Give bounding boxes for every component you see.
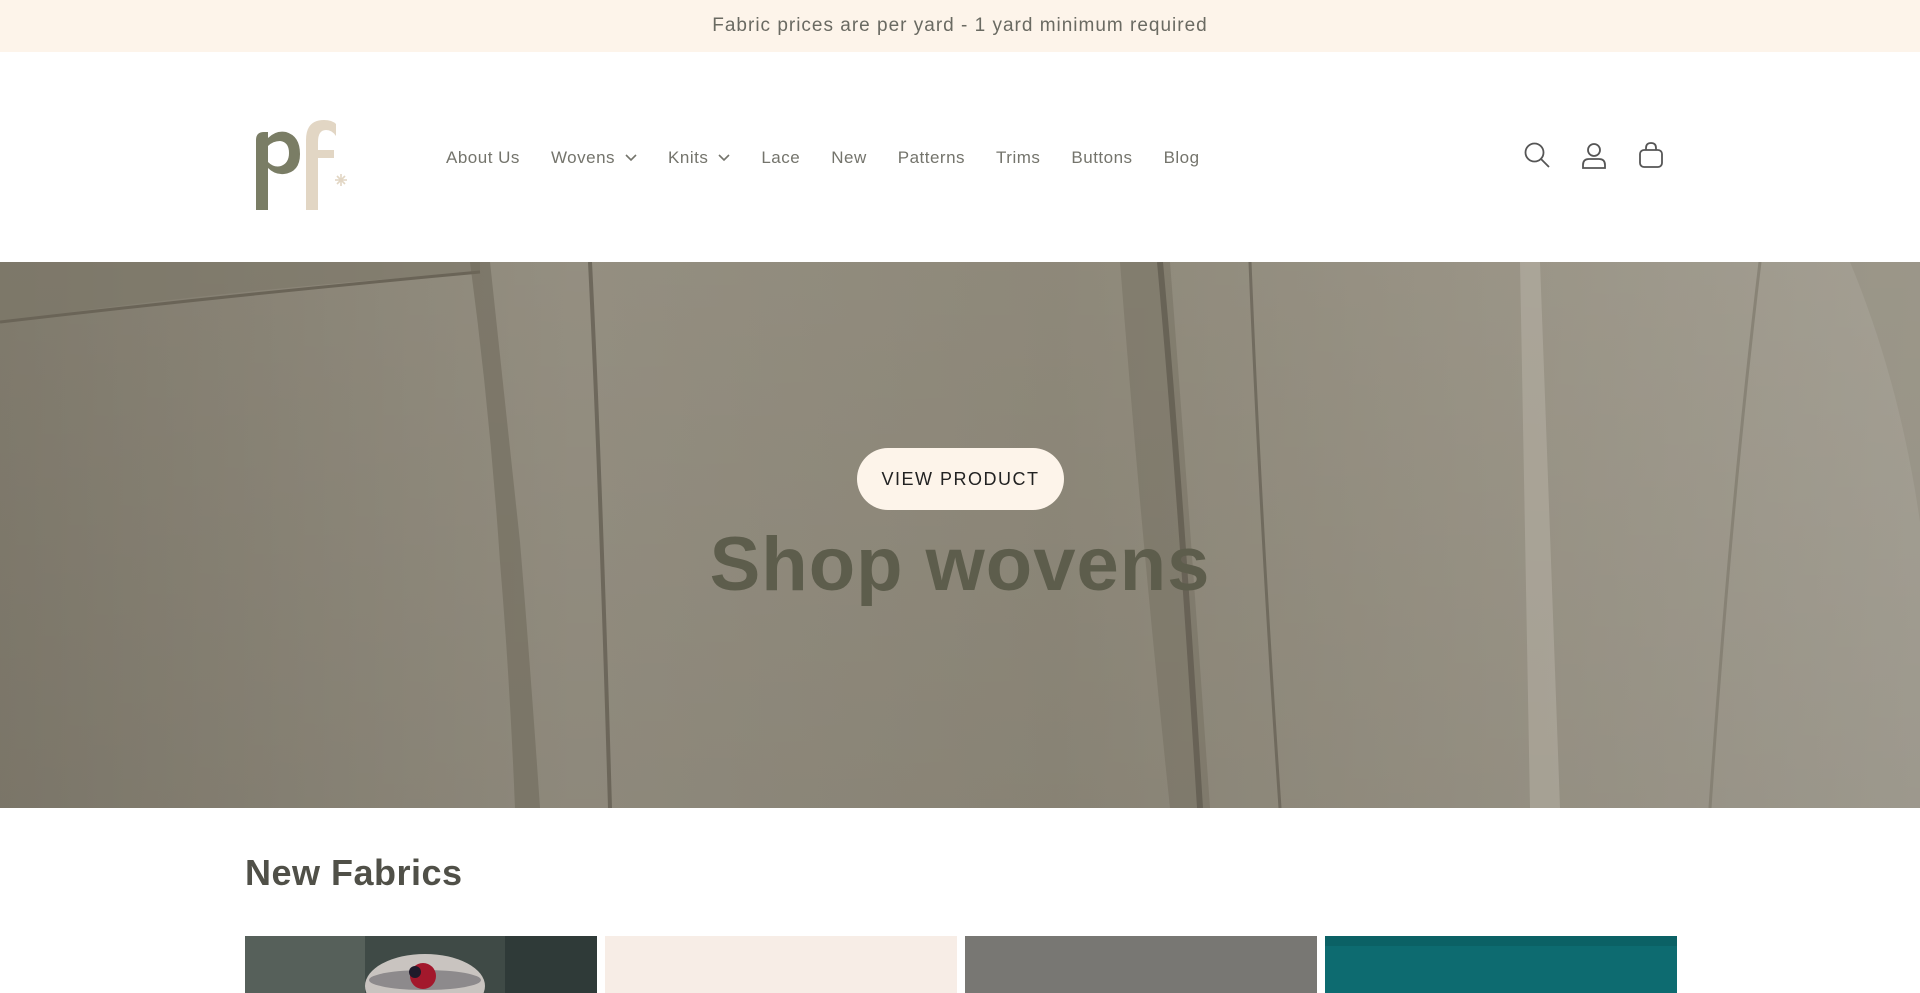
nav-label: Trims <box>996 148 1041 167</box>
site-logo[interactable] <box>248 110 348 210</box>
product-card[interactable] <box>965 936 1317 993</box>
product-card[interactable] <box>1325 936 1677 993</box>
nav-label: Knits <box>668 148 709 167</box>
announcement-bar: Fabric prices are per yard - 1 yard mini… <box>0 0 1920 52</box>
nav-item-buttons[interactable]: Buttons <box>1071 148 1132 168</box>
nav-item-patterns[interactable]: Patterns <box>898 148 965 168</box>
nav-item-about-us[interactable]: About Us <box>446 148 520 168</box>
header-icons <box>1520 138 1691 172</box>
nav-item-lace[interactable]: Lace <box>761 148 800 168</box>
nav-item-blog[interactable]: Blog <box>1164 148 1200 168</box>
cream-fabric-photo <box>605 936 957 993</box>
product-grid <box>245 936 1685 993</box>
grey-fabric-photo <box>965 936 1317 993</box>
nav-item-wovens[interactable]: Wovens <box>551 148 637 168</box>
nav-label: Buttons <box>1071 148 1133 167</box>
announcement-text: Fabric prices are per yard - 1 yard mini… <box>712 15 1208 36</box>
nav-label: Lace <box>761 148 801 167</box>
nav-item-knits[interactable]: Knits <box>668 148 730 168</box>
chevron-down-icon <box>718 154 730 162</box>
cart-icon[interactable] <box>1634 138 1668 172</box>
nav-label: About Us <box>446 148 520 167</box>
account-icon[interactable] <box>1577 138 1611 172</box>
search-icon[interactable] <box>1520 138 1554 172</box>
knit-headband-photo <box>245 936 597 993</box>
logo-mark <box>256 120 347 210</box>
view-product-button[interactable]: VIEW PRODUCT <box>857 448 1064 510</box>
hero-banner: VIEW PRODUCT Shop wovens <box>0 262 1920 808</box>
product-card[interactable] <box>605 936 957 993</box>
product-card[interactable] <box>245 936 597 993</box>
nav-label: Wovens <box>550 148 616 167</box>
nav-label: Patterns <box>897 148 966 167</box>
nav-label: New <box>831 148 867 167</box>
main-nav: About Us Wovens Knits Lace New Patterns … <box>446 142 1231 174</box>
section-title-new-fabrics: New Fabrics <box>245 852 463 893</box>
chevron-down-icon <box>625 154 637 162</box>
nav-item-trims[interactable]: Trims <box>996 148 1040 168</box>
teal-fabric-photo <box>1325 936 1677 993</box>
site-header: About Us Wovens Knits Lace New Patterns … <box>0 52 1920 262</box>
nav-item-new[interactable]: New <box>831 148 867 168</box>
hero-title: Shop wovens <box>709 522 1211 607</box>
nav-label: Blog <box>1163 148 1200 167</box>
